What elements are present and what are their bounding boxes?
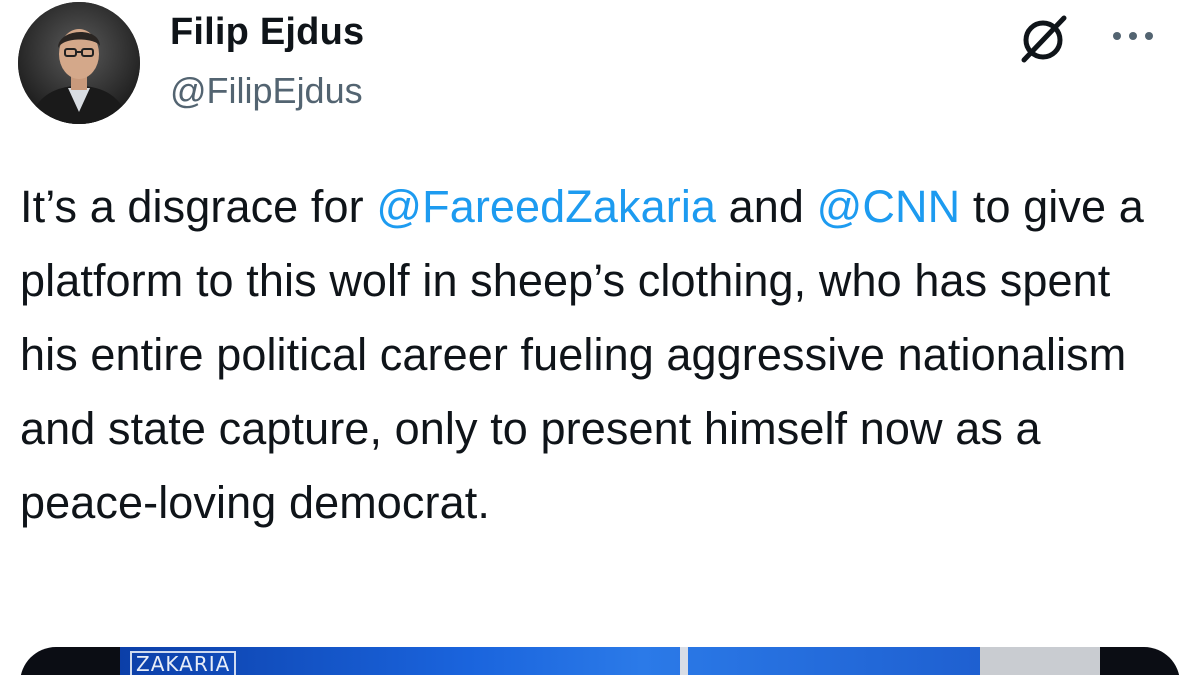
mention-link-cnn[interactable]: @CNN xyxy=(817,181,961,232)
avatar[interactable] xyxy=(18,2,140,124)
tweet-header: Filip Ejdus @FilipEjdus xyxy=(18,0,1182,130)
display-name[interactable]: Filip Ejdus xyxy=(170,8,364,56)
mention-link-fareedzakaria[interactable]: @FareedZakaria xyxy=(376,181,716,232)
media-right-panel xyxy=(980,647,1100,675)
author-identity[interactable]: Filip Ejdus @FilipEjdus xyxy=(170,8,364,114)
user-handle[interactable]: @FilipEjdus xyxy=(170,68,364,114)
grok-icon[interactable] xyxy=(1014,10,1072,68)
tweet-text: It’s a disgrace for @FareedZakaria and @… xyxy=(20,170,1170,540)
media-logo-text: ZAKARIA xyxy=(130,651,237,675)
media-divider xyxy=(680,647,688,675)
text-segment: to give a platform to this wolf in sheep… xyxy=(20,181,1144,528)
tweet-card: Filip Ejdus @FilipEjdus It’s a disgrace … xyxy=(0,0,1200,675)
media-background-screen xyxy=(120,647,990,675)
more-options-icon[interactable] xyxy=(1108,26,1158,46)
tweet-media-video[interactable]: ZAKARIA xyxy=(20,647,1180,675)
text-segment: and xyxy=(716,181,817,232)
text-segment: It’s a disgrace for xyxy=(20,181,377,232)
profile-photo-icon xyxy=(18,2,140,124)
